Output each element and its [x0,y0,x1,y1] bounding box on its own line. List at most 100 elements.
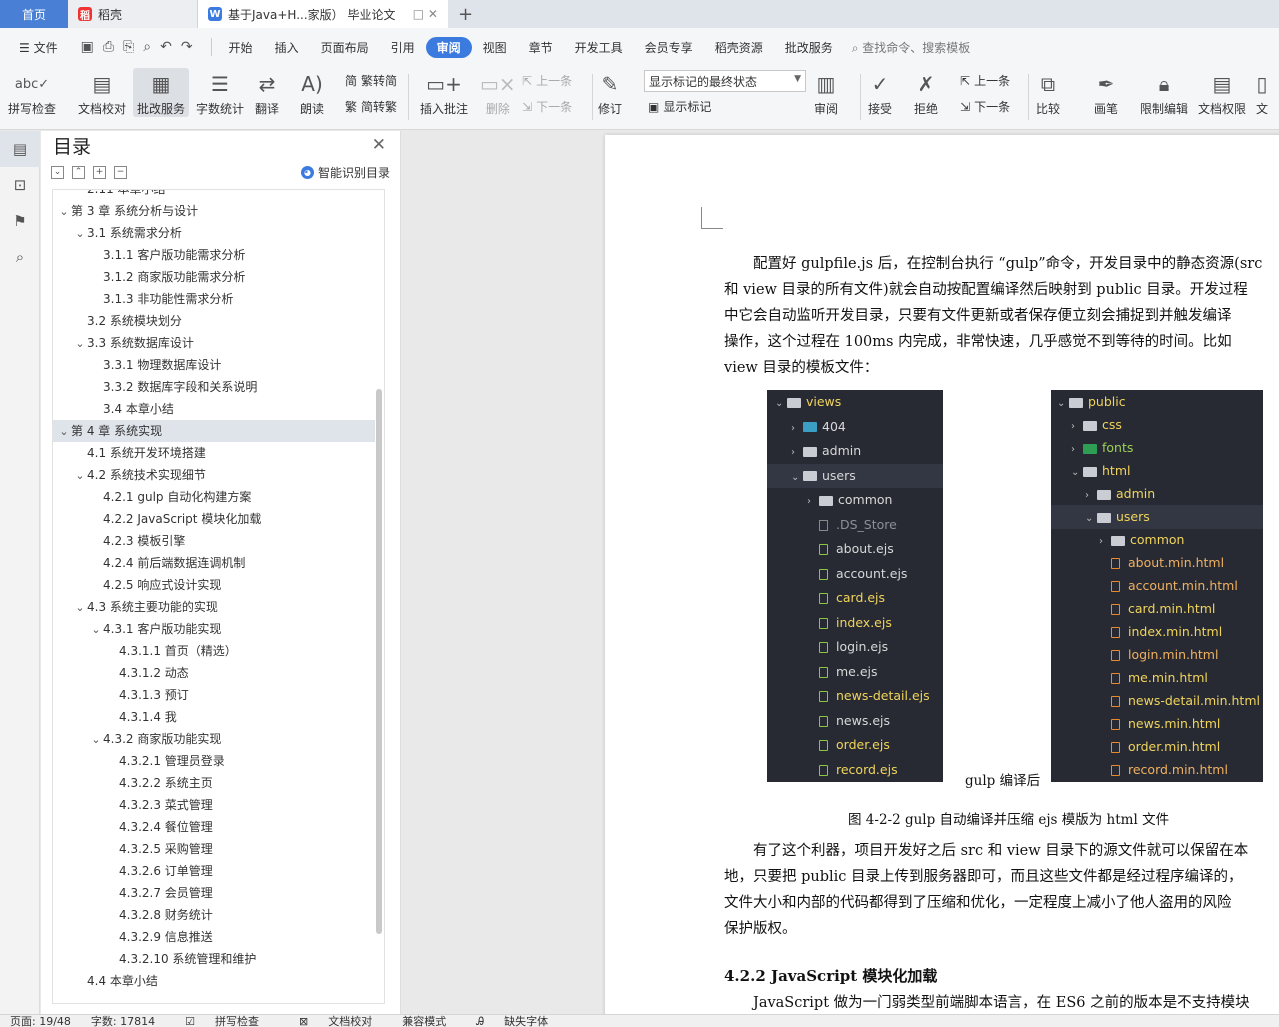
simplified-to-traditional-button[interactable]: 繁简转繁 [345,98,397,115]
compare-button[interactable]: ⧉ 比较 [1036,68,1060,117]
tab-close-icon[interactable]: □ ✕ [405,7,438,21]
menu-home[interactable]: 开始 [218,37,264,58]
chevron-down-icon[interactable]: ⌄ [89,729,103,751]
spell-check-button[interactable]: abc✓ 拼写检查 [8,68,56,117]
toc-item[interactable]: 4.3.2.6 订单管理 [53,860,375,882]
chevron-down-icon[interactable]: ⌄ [73,223,87,245]
toc-item[interactable]: 4.3.2.10 系统管理和维护 [53,948,375,970]
search-icon[interactable]: ⌕ [0,239,40,275]
print-icon[interactable]: ⎘ [123,39,134,55]
toc-item[interactable]: 3.3.1 物理数据库设计 [53,354,375,376]
missing-font[interactable]: Ꭿ 缺失字体 [456,1015,568,1027]
toc-item[interactable]: 4.3.1.4 我 [53,706,375,728]
menu-view[interactable]: 视图 [472,37,518,58]
tab-document[interactable]: W 基于Java+H...家版） 毕业论文 □ ✕ [198,0,448,28]
show-markup-button[interactable]: ▣ 显示标记 [648,98,711,115]
add-entry-icon[interactable]: + [93,165,106,179]
toc-item[interactable]: 3.2 系统模块划分 [53,310,375,332]
expand-up-icon[interactable]: ⌃ [72,165,85,179]
toc-item[interactable]: ⌄ 4.2 系统技术实现细节 [53,464,375,486]
command-search[interactable]: ⌕ 查找命令、搜索模板 [852,39,971,56]
next-comment-button[interactable]: ⇲ 下一条 [522,98,572,115]
toc-item[interactable]: 4.3.2.9 信息推送 [53,926,375,948]
tab-home[interactable]: 首页 [0,0,68,28]
redo-icon[interactable]: ↷ [181,39,193,55]
toc-item[interactable]: ⌄ 4.3 系统主要功能的实现 [53,596,375,618]
menu-layout[interactable]: 页面布局 [310,37,380,58]
accept-button[interactable]: ✓ 接受 [868,68,892,117]
chevron-down-icon[interactable]: ⌄ [73,465,87,487]
insert-comment-button[interactable]: ▭+ 插入批注 [420,68,468,117]
next-change-button[interactable]: ⇲ 下一条 [960,98,1010,115]
chevron-down-icon[interactable]: ⌄ [57,201,71,223]
review-service-button[interactable]: ▦ 批改服务 [133,68,190,117]
remove-entry-icon[interactable]: − [114,165,127,179]
menu-devtools[interactable]: 开发工具 [564,37,634,58]
toc-panel-icon[interactable]: ▤ [0,131,40,167]
undo-icon[interactable]: ↶ [160,39,172,55]
menu-review-service[interactable]: 批改服务 [774,37,844,58]
toc-item[interactable]: 4.2.2 JavaScript 模块化加载 [53,508,375,530]
chevron-down-icon[interactable]: ⌄ [89,619,103,641]
bookmark-icon[interactable]: ⚑ [0,203,40,239]
word-count-indicator[interactable]: 字数: 17814 [81,1015,165,1027]
menu-file[interactable]: ☰ 文件 [8,37,69,58]
pen-button[interactable]: ✒ 画笔 [1094,68,1118,117]
translate-button[interactable]: ⇄ 翻译 [255,68,279,117]
tab-docer[interactable]: 稻稻壳 [68,0,198,28]
chevron-down-icon[interactable]: ⌄ [73,333,87,355]
toc-item[interactable]: 2.11 本章小结 [53,190,375,200]
reject-button[interactable]: ✗ 拒绝 [914,68,938,117]
toc-item[interactable]: 4.2.4 前后端数据连调机制 [53,552,375,574]
prev-change-button[interactable]: ⇱ 上一条 [960,72,1010,89]
toc-item[interactable]: ⌄ 3.3 系统数据库设计 [53,332,375,354]
close-icon[interactable]: ✕ [372,135,386,155]
toc-item[interactable]: 3.1.3 非功能性需求分析 [53,288,375,310]
toc-item[interactable]: 4.3.2.5 采购管理 [53,838,375,860]
menu-docer-resources[interactable]: 稻壳资源 [704,37,774,58]
print-preview-icon[interactable]: ⎙ [103,39,114,55]
menu-member[interactable]: 会员专享 [634,37,704,58]
toc-item[interactable]: 4.4 本章小结 [53,970,375,992]
toc-item[interactable]: 4.3.2.4 餐位管理 [53,816,375,838]
doc-permission-button[interactable]: ▤ 文档权限 [1198,68,1246,117]
preview-icon[interactable]: ⌕ [143,39,151,55]
review-pane-button[interactable]: ▥ 审阅 [814,68,838,117]
toc-item[interactable]: 4.3.1.2 动态 [53,662,375,684]
prev-comment-button[interactable]: ⇱ 上一条 [522,72,572,89]
toc-item[interactable]: 4.2.3 模板引擎 [53,530,375,552]
new-tab-icon[interactable]: + [448,0,483,28]
chevron-down-icon[interactable]: ⌄ [73,597,87,619]
doc-check-button[interactable]: ▤ 文档校对 [78,68,126,117]
toc-item[interactable]: 4.3.2.2 系统主页 [53,772,375,794]
nav-pane-icon[interactable]: ⊡ [0,167,40,203]
toc-item[interactable]: 3.1.1 客户版功能需求分析 [53,244,375,266]
chevron-down-icon[interactable]: ⌄ [57,421,71,443]
toc-scrollbar[interactable] [376,389,382,934]
more-toolbar-button[interactable]: ▯ 文 [1256,68,1268,117]
menu-review[interactable]: 审阅 [425,36,472,58]
status-spell-check[interactable]: ☑ 拼写检查 [165,1015,279,1027]
toc-item[interactable]: 3.4 本章小结 [53,398,375,420]
delete-comment-button[interactable]: ▭× 删除 [480,68,516,117]
toc-item[interactable]: 4.1 系统开发环境搭建 [53,442,375,464]
toc-item[interactable]: 4.2.5 响应式设计实现 [53,574,375,596]
smart-toc-button[interactable]: ◕ 智能识别目录 [300,164,390,181]
toc-item[interactable]: ⌄ 4.3.2 商家版功能实现 [53,728,375,750]
restrict-edit-button[interactable]: 🔒︎ 限制编辑 [1140,68,1188,117]
toc-item[interactable]: 3.3.2 数据库字段和关系说明 [53,376,375,398]
page-indicator[interactable]: 页面: 19/48 [0,1015,81,1027]
toc-item[interactable]: 3.1.2 商家版功能需求分析 [53,266,375,288]
toc-item[interactable]: 4.3.1.3 预订 [53,684,375,706]
menu-section[interactable]: 章节 [518,37,564,58]
menu-insert[interactable]: 插入 [264,37,310,58]
read-aloud-button[interactable]: A) 朗读 [300,68,324,117]
toc-item[interactable]: 4.3.2.3 菜式管理 [53,794,375,816]
markup-state-select[interactable]: 显示标记的最终状态 ▼ [644,70,806,92]
toc-item[interactable]: 4.3.2.1 管理员登录 [53,750,375,772]
status-doc-check[interactable]: ⊠ 文档校对 [279,1015,392,1027]
traditional-to-simplified-button[interactable]: 简繁转简 [345,72,397,89]
toc-item[interactable]: ⌄ 3.1 系统需求分析 [53,222,375,244]
toc-item[interactable]: 4.3.2.7 会员管理 [53,882,375,904]
menu-references[interactable]: 引用 [380,37,426,58]
